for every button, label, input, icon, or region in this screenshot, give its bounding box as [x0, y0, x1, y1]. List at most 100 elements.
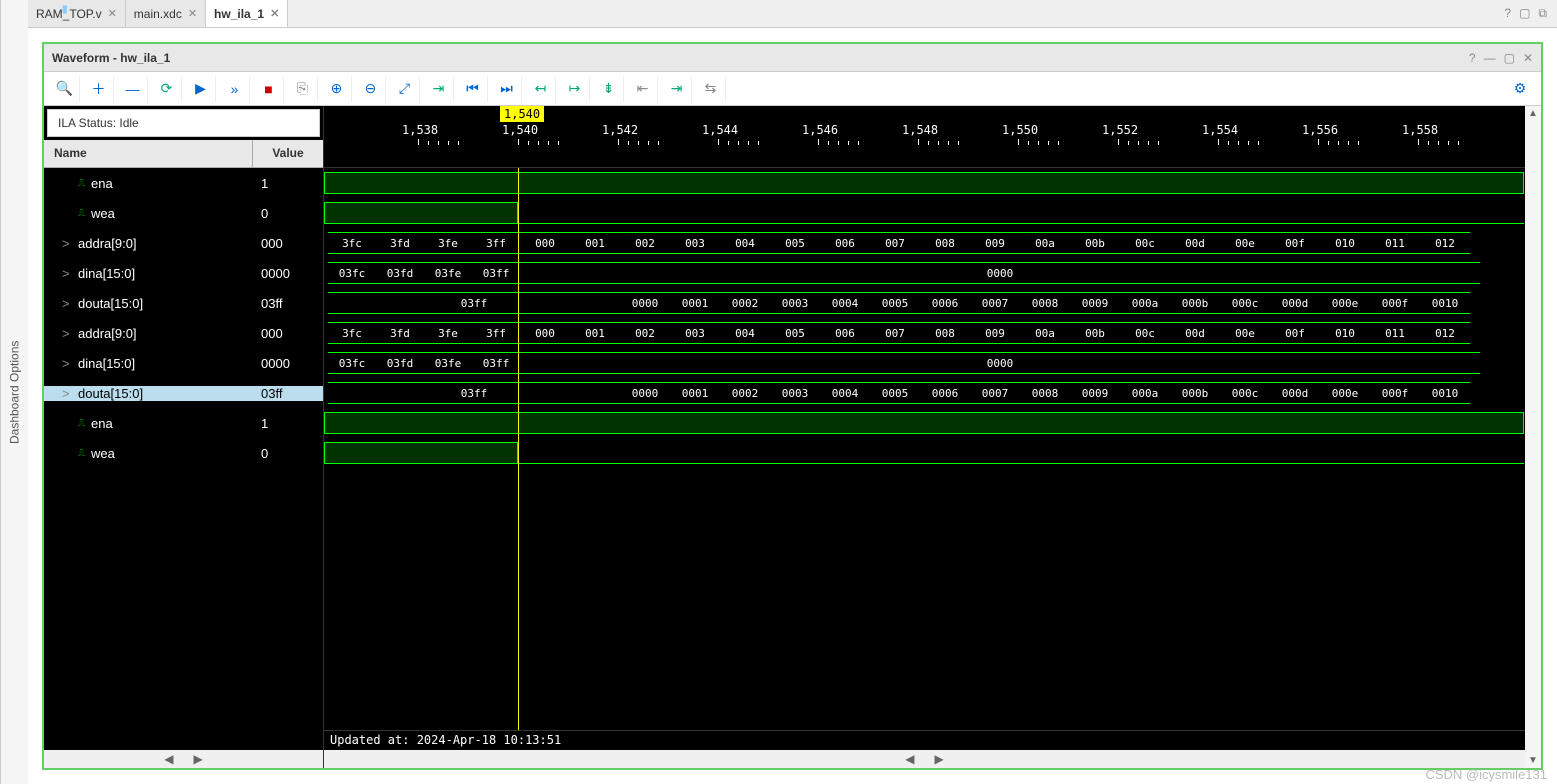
waveform-panel: Waveform - hw_ila_1 ? — ▢ ✕ 🔍 ＋ — ⟳ ▶ » …: [42, 42, 1543, 770]
panel-title-text: Waveform - hw_ila_1: [52, 51, 170, 65]
editor-tabbar: RAM_TOP.v✕main.xdc✕hw_ila_1✕ ? ▢ ⧉: [28, 0, 1557, 28]
swap-icon[interactable]: ⇆: [696, 76, 726, 102]
close-icon[interactable]: ✕: [108, 7, 117, 20]
close-icon[interactable]: ✕: [1523, 51, 1533, 65]
editor-tab[interactable]: hw_ila_1✕: [206, 0, 288, 27]
add-icon[interactable]: ＋: [84, 76, 114, 102]
dashboard-options-tab[interactable]: Dashboard Options: [0, 0, 28, 784]
prev-marker-icon[interactable]: ⇤: [628, 76, 658, 102]
waveform-row[interactable]: 03fc03fd03fe03ff0000: [324, 348, 1525, 378]
bus-segment: 00c: [1120, 322, 1170, 344]
signal-name: >▮douta[15:0]: [44, 296, 253, 311]
bus-segment: 00d: [1170, 232, 1220, 254]
maximize-icon[interactable]: ▢: [1519, 6, 1530, 21]
signal-row[interactable]: ⎍wea0: [44, 438, 323, 468]
settings-icon[interactable]: ⚙: [1505, 76, 1535, 102]
zoom-in-icon[interactable]: ⊕: [322, 76, 352, 102]
bus-segment: 009: [970, 232, 1020, 254]
bus-segment: 007: [870, 232, 920, 254]
signal-row[interactable]: >▮addra[9:0]000: [44, 228, 323, 258]
bit-waveform: [324, 412, 1524, 434]
stop-icon[interactable]: ■: [254, 76, 284, 102]
maximize-icon[interactable]: ▢: [1504, 51, 1515, 65]
vertical-scrollbar[interactable]: ▲▼: [1525, 106, 1541, 768]
export-icon[interactable]: ⎘: [288, 76, 318, 102]
bit-waveform: [324, 172, 1524, 194]
signal-name: >▮addra[9:0]: [44, 236, 253, 251]
go-to-cursor-icon[interactable]: ⇥: [424, 76, 454, 102]
bit-waveform: [324, 202, 518, 224]
waveform-row[interactable]: 3fc3fd3fe3ff0000010020030040050060070080…: [324, 318, 1525, 348]
cursor-label[interactable]: 1,540: [500, 106, 544, 122]
zoom-out-icon[interactable]: ⊖: [356, 76, 386, 102]
signal-row[interactable]: >▮addra[9:0]000: [44, 318, 323, 348]
signal-name: ⎍ena: [44, 416, 253, 431]
signal-name: >▮addra[9:0]: [44, 326, 253, 341]
refresh-icon[interactable]: ⟳: [152, 76, 182, 102]
prev-edge-icon[interactable]: ↤: [526, 76, 556, 102]
signal-row[interactable]: >▮dina[15:0]0000: [44, 258, 323, 288]
zoom-fit-icon[interactable]: ⤢: [390, 76, 420, 102]
bus-segment: 00f: [1270, 322, 1320, 344]
bus-segment: 000b: [1170, 292, 1220, 314]
signal-row[interactable]: >▮dina[15:0]0000: [44, 348, 323, 378]
bus-segment: 0010: [1420, 292, 1470, 314]
waveform-row[interactable]: [324, 168, 1525, 198]
next-marker-icon[interactable]: ⇥: [662, 76, 692, 102]
first-icon[interactable]: ⏮: [458, 76, 488, 102]
next-edge-icon[interactable]: ↦: [560, 76, 590, 102]
waveform-row[interactable]: 03fc03fd03fe03ff0000: [324, 258, 1525, 288]
bus-segment: 00d: [1170, 322, 1220, 344]
column-value[interactable]: Value: [253, 140, 323, 167]
bus-segment: 03fc: [328, 262, 376, 284]
signal-type-icon: ⎍: [78, 418, 85, 429]
bus-segment: 00a: [1020, 232, 1070, 254]
waveform-row[interactable]: 3fc3fd3fe3ff0000010020030040050060070080…: [324, 228, 1525, 258]
bus-segment: 0006: [920, 292, 970, 314]
waveform-row[interactable]: [324, 438, 1525, 468]
signal-value: 0000: [253, 356, 323, 371]
bus-segment: 0005: [870, 292, 920, 314]
column-name[interactable]: Name: [44, 140, 253, 167]
minimize-icon[interactable]: —: [1484, 51, 1496, 65]
popout-icon[interactable]: ⧉: [1538, 6, 1547, 21]
bus-segment: 0004: [820, 292, 870, 314]
signal-row[interactable]: >▮douta[15:0]03ff: [44, 378, 323, 408]
waveform-row[interactable]: [324, 408, 1525, 438]
add-marker-icon[interactable]: ⇟: [594, 76, 624, 102]
help-icon[interactable]: ?: [1504, 6, 1511, 21]
wave-scrollbar[interactable]: ◀▶: [324, 750, 1525, 768]
last-icon[interactable]: ⏭: [492, 76, 522, 102]
signal-row[interactable]: ⎍ena1: [44, 168, 323, 198]
help-icon[interactable]: ?: [1469, 51, 1476, 65]
signal-scrollbar[interactable]: ◀▶: [44, 750, 323, 768]
bus-segment: 004: [720, 322, 770, 344]
waveform-row[interactable]: [324, 198, 1525, 228]
bus-segment: 0010: [1420, 382, 1470, 404]
cursor-line[interactable]: [518, 168, 519, 730]
play-icon[interactable]: ▶: [186, 76, 216, 102]
signal-value: 0000: [253, 266, 323, 281]
bus-segment: 000: [520, 322, 570, 344]
close-icon[interactable]: ✕: [270, 7, 279, 20]
editor-tab[interactable]: RAM_TOP.v✕: [28, 0, 126, 27]
bus-segment: 3ff: [472, 232, 520, 254]
signal-value: 0: [253, 446, 323, 461]
signal-row[interactable]: ⎍wea0: [44, 198, 323, 228]
time-ruler[interactable]: 1,5381,5401,5421,5441,5461,5481,5501,552…: [324, 143, 1525, 167]
signal-row[interactable]: >▮douta[15:0]03ff: [44, 288, 323, 318]
signal-row[interactable]: ⎍ena1: [44, 408, 323, 438]
remove-icon[interactable]: —: [118, 76, 148, 102]
bus-segment: 011: [1370, 322, 1420, 344]
waveform-area[interactable]: 1,540 1,5381,5401,5421,5441,5461,5481,55…: [324, 106, 1525, 768]
bus-segment: 03fe: [424, 352, 472, 374]
signal-type-icon: ⎍: [78, 208, 85, 219]
close-icon[interactable]: ✕: [188, 7, 197, 20]
editor-tab[interactable]: main.xdc✕: [126, 0, 206, 27]
waveform-row[interactable]: 03ff000000010002000300040005000600070008…: [324, 378, 1525, 408]
bus-segment: 0005: [870, 382, 920, 404]
bus-segment: 002: [620, 232, 670, 254]
fast-forward-icon[interactable]: »: [220, 76, 250, 102]
waveform-row[interactable]: 03ff000000010002000300040005000600070008…: [324, 288, 1525, 318]
signal-name: >▮dina[15:0]: [44, 266, 253, 281]
